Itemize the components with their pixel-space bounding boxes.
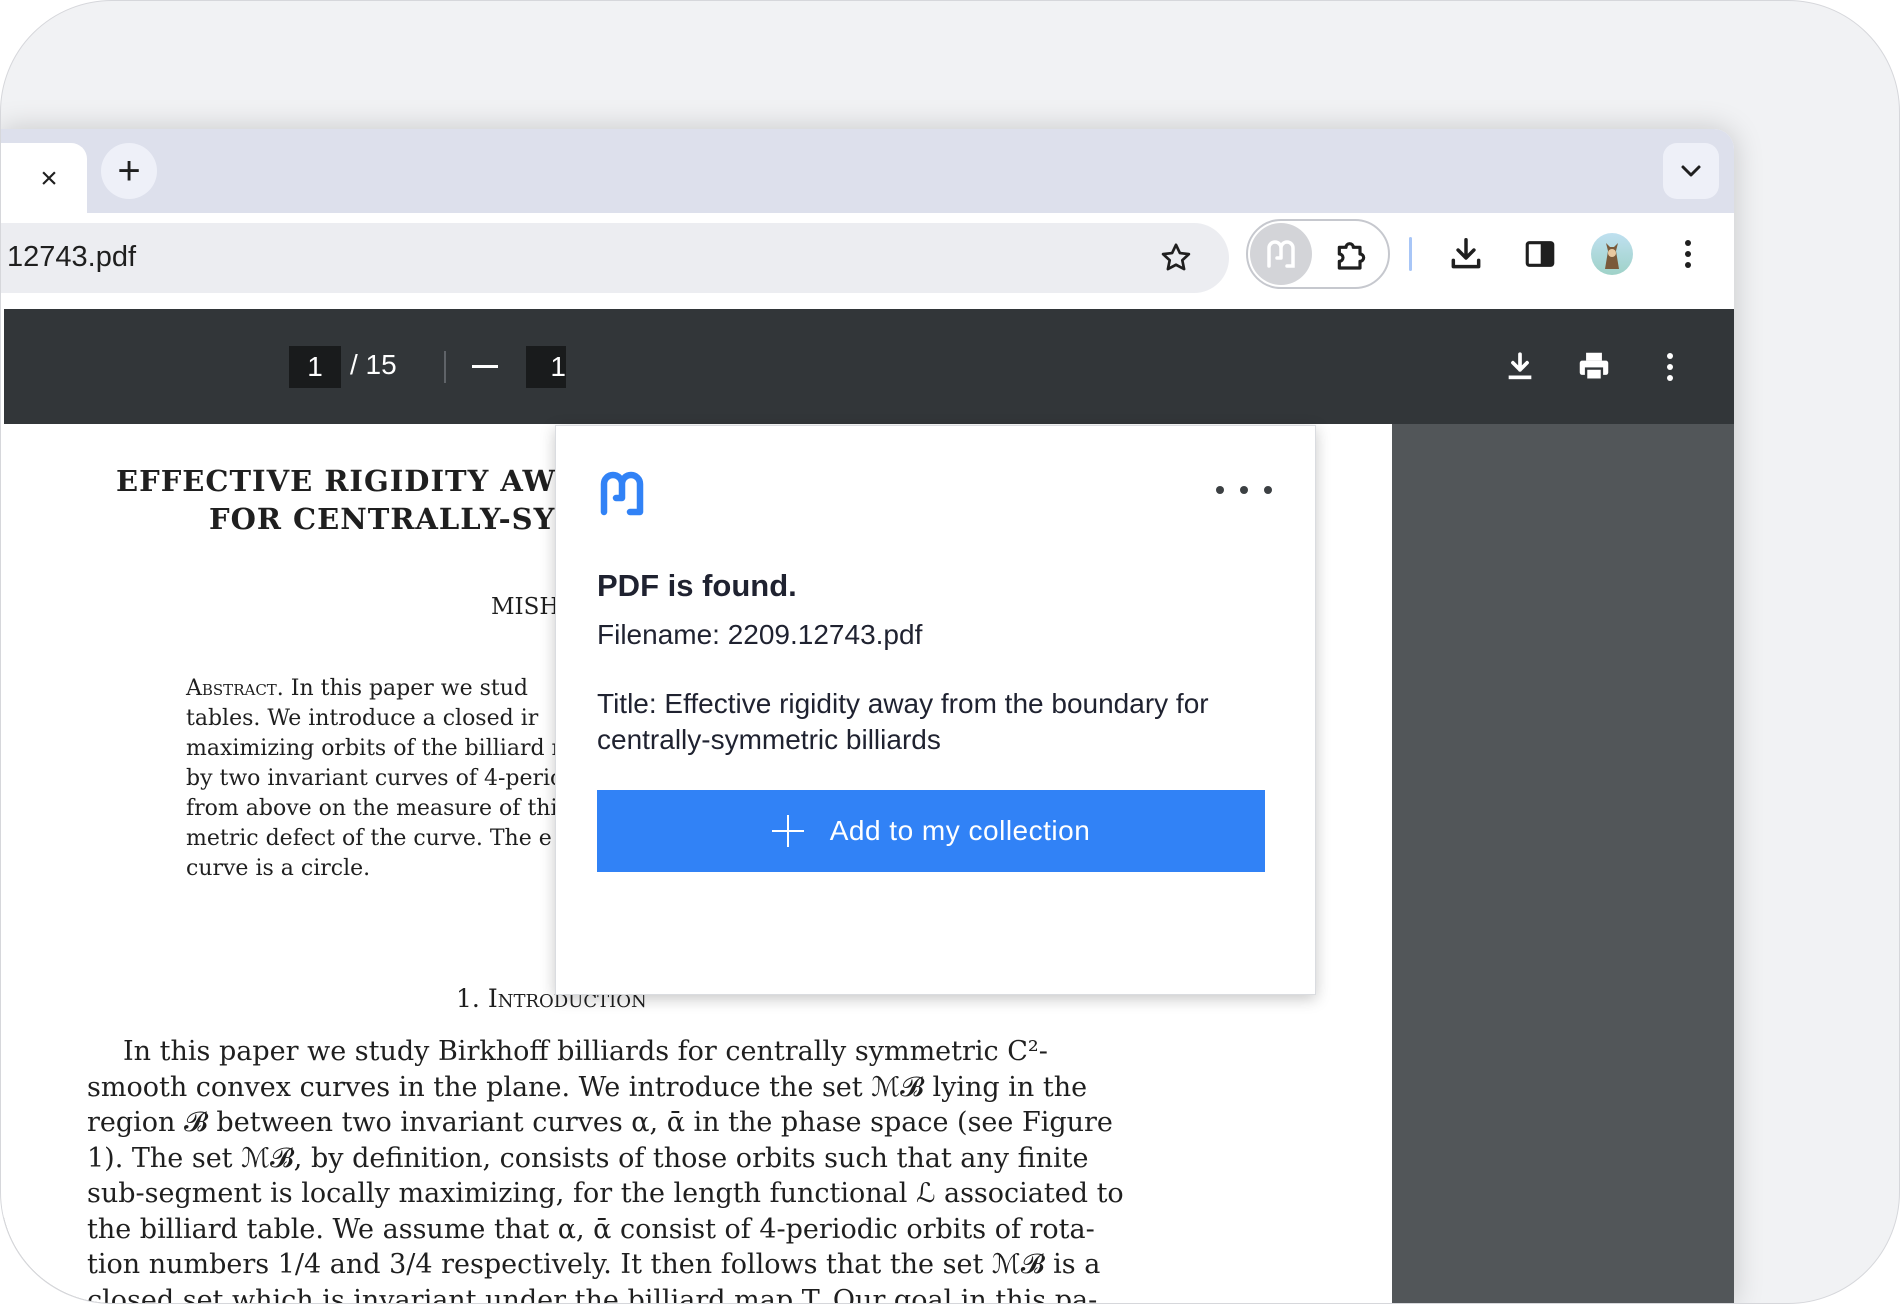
paper-authors: MISH [491, 594, 560, 620]
new-tab-button[interactable]: + [101, 143, 157, 199]
chevron-down-icon [1681, 165, 1701, 177]
body-line: tion numbers 1/4 and 3/4 respectively. I… [87, 1249, 1101, 1280]
body-line: 1). The set ℳ𝓑, by definition, consists … [87, 1142, 1089, 1174]
tab-search-button[interactable] [1663, 143, 1719, 199]
abstract-line: maximizing orbits of the billiard r [186, 736, 563, 761]
address-bar[interactable]: 12743.pdf [1, 223, 1229, 293]
page-number-input[interactable]: 1 [289, 346, 341, 388]
body-line: In this paper we study Birkhoff billiard… [123, 1036, 1048, 1067]
tab-strip: × + [1, 129, 1734, 213]
pdf-more-icon[interactable] [1648, 345, 1692, 389]
downloads-icon[interactable] [1443, 231, 1489, 277]
more-options-icon[interactable] [1216, 478, 1272, 502]
abstract-label: Abstract. [186, 676, 284, 701]
side-panel-icon[interactable] [1517, 231, 1563, 277]
paper-title-line-1: EFFECTIVE RIGIDITY AW [116, 464, 557, 498]
popup-filename: Filename: 2209.12743.pdf [597, 619, 923, 650]
popup-heading: PDF is found. [597, 568, 797, 603]
abstract-line: tables. We introduce a closed ir [186, 706, 539, 731]
abstract-line: by two invariant curves of 4-perio [186, 766, 564, 791]
popup-title: Title: Effective rigidity away from the … [597, 688, 1209, 755]
body-line: sub-segment is locally maximizing, for t… [87, 1178, 1124, 1209]
add-to-collection-button[interactable]: Add to my collection [597, 790, 1265, 872]
extension-popup: PDF is found. Filename: 2209.12743.pdf T… [555, 425, 1316, 995]
abstract-line: metric defect of the curve. The e [186, 826, 552, 851]
body-line: smooth convex curves in the plane. We in… [87, 1071, 1088, 1103]
extensions-group [1246, 219, 1390, 289]
toolbar-separator [1409, 237, 1412, 271]
device-frame: × + 12743.pdf 1 / 15 1 EFFECTIVE RIGIDIT… [0, 0, 1900, 1304]
pdf-toolbar-separator [444, 351, 446, 383]
browser-toolbar: 12743.pdf [1, 213, 1734, 305]
paper-title-line-2: FOR CENTRALLY-SY [209, 502, 556, 536]
body-line: closed set which is invariant under the … [87, 1284, 1098, 1304]
browser-window: × + 12743.pdf 1 / 15 1 EFFECTIVE RIGIDIT… [1, 129, 1734, 1304]
url-text[interactable]: 12743.pdf [7, 241, 136, 274]
active-tab[interactable]: × [1, 143, 87, 213]
body-line: the billiard table. We assume that α, ᾱ … [87, 1213, 1095, 1245]
abstract-line: from above on the measure of thi [186, 796, 558, 821]
plus-icon [771, 815, 804, 847]
extension-logo-icon [600, 471, 644, 516]
profile-avatar[interactable] [1591, 233, 1633, 275]
extensions-puzzle-icon[interactable] [1328, 231, 1374, 277]
zoom-out-icon[interactable] [472, 365, 498, 368]
tab-close-icon[interactable]: × [31, 161, 67, 197]
browser-menu-icon[interactable] [1665, 231, 1711, 277]
abstract-line: curve is a circle. [186, 856, 371, 881]
paper-body: In this paper we study Birkhoff billiard… [87, 1034, 1124, 1304]
paper-abstract: Abstract. In this paper we stud tables. … [186, 674, 606, 884]
add-to-collection-label: Add to my collection [829, 815, 1091, 846]
extension-button[interactable] [1250, 223, 1312, 285]
section-number: 1. [456, 984, 480, 1013]
pdf-toolbar: 1 / 15 1 [4, 309, 1734, 424]
pdf-print-icon[interactable] [1572, 345, 1616, 389]
page-total: / 15 [350, 349, 397, 380]
abstract-line: In this paper we stud [290, 676, 529, 701]
pdf-download-icon[interactable] [1498, 345, 1542, 389]
zoom-input[interactable]: 1 [526, 346, 566, 388]
extension-logo-icon [1267, 240, 1295, 268]
body-line: region 𝓑 between two invariant curves α,… [87, 1107, 1113, 1138]
bookmark-star-icon[interactable] [1155, 237, 1197, 279]
